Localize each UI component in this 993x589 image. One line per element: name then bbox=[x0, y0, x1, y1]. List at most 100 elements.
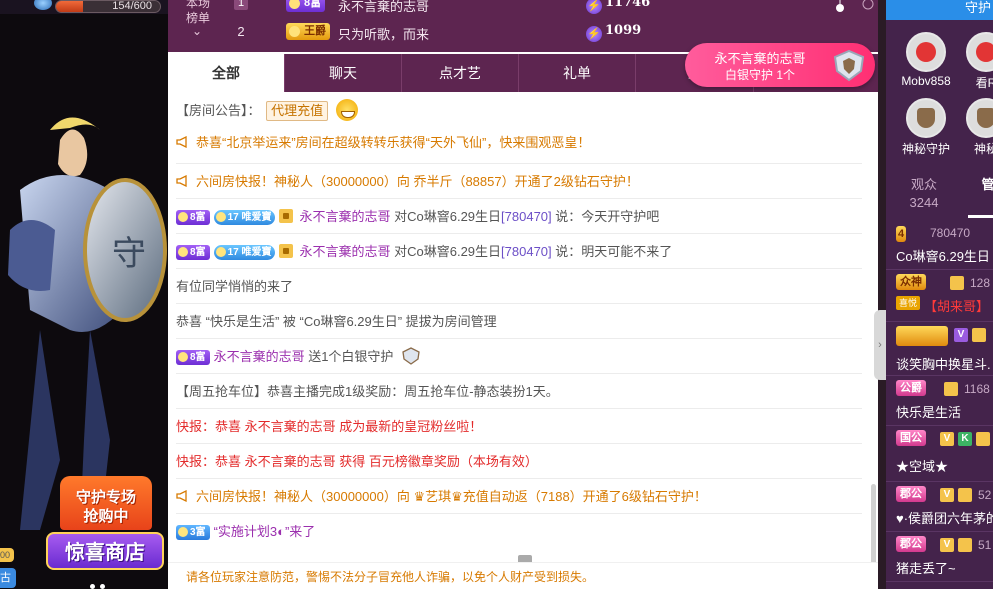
rank-row[interactable]: 1 8富 永不言棄的志哥 ⚡ 11746 bbox=[230, 0, 870, 16]
audience-member[interactable]: 4 780470 Co琳窨6.29生日 bbox=[886, 220, 993, 270]
hp-bar: 154/600 bbox=[55, 0, 161, 13]
audience-member[interactable]: V 谈笑胸中换星斗. bbox=[886, 322, 993, 376]
hp-text: 154/600 bbox=[112, 0, 152, 12]
vip-badge: V bbox=[940, 538, 954, 552]
guard-notification-popup[interactable]: 永不言棄的志哥 白银守护 1个 bbox=[685, 43, 875, 87]
vip-badge: V bbox=[954, 328, 968, 342]
chat-scrollbar[interactable] bbox=[871, 484, 876, 562]
tab-all[interactable]: 全部 bbox=[168, 54, 285, 92]
guard-button[interactable]: 守护 bbox=[886, 0, 993, 20]
rank-username[interactable]: 永不言棄的志哥 bbox=[338, 0, 429, 15]
wealth-badge: 8富 bbox=[176, 350, 210, 365]
member-name: ♥·侯爵团六年茅的 bbox=[896, 511, 993, 526]
chat-message: 快报：恭喜 永不言棄的志哥 获得 百元榜徽章奖励（本场有效） bbox=[176, 444, 862, 479]
rank-username[interactable]: 只为听歌，而来 bbox=[338, 24, 429, 43]
chat-username[interactable]: 永不言棄的志哥 bbox=[245, 454, 336, 469]
popup-guard-info: 白银守护 1个 bbox=[724, 68, 795, 82]
guard-mini-icon bbox=[976, 432, 990, 446]
chat-message: 快报：恭喜 永不言棄的志哥 成为最新的皇冠粉丝啦！ bbox=[176, 409, 862, 444]
mood-tag: 喜悦 bbox=[896, 296, 920, 310]
audience-tabs: 观众 3244 管 bbox=[886, 168, 993, 218]
guard-mini-icon bbox=[944, 382, 958, 396]
carousel-dots[interactable] bbox=[90, 577, 110, 589]
rank-score: ⚡ 11746 bbox=[586, 0, 651, 14]
member-name: 谈笑胸中换星斗. bbox=[896, 357, 991, 372]
grin-emoji-icon bbox=[335, 99, 358, 121]
rank-score: ⚡ 1099 bbox=[586, 23, 642, 42]
popup-username: 永不言棄的志哥 bbox=[714, 51, 806, 66]
megaphone-icon bbox=[176, 136, 187, 148]
tab-chat[interactable]: 聊天 bbox=[285, 54, 402, 92]
chevron-right-icon[interactable]: › bbox=[874, 310, 886, 380]
tab-audience[interactable]: 观众 3244 bbox=[894, 168, 954, 218]
chat-username[interactable]: 永不言棄的志哥 bbox=[245, 419, 336, 434]
guard-avatar-item[interactable]: Mobv858 bbox=[900, 32, 952, 88]
audience-member[interactable]: 国公 V K ★空域★ bbox=[886, 426, 993, 482]
king-badge: 王爵 bbox=[286, 23, 330, 40]
chat-message: 恭喜 “快乐是生活” 被 “Co琳窨6.29生日” 提拔为房间管理 bbox=[176, 304, 862, 339]
tab-request-talent[interactable]: 点才艺 bbox=[402, 54, 519, 92]
lightning-icon: ⚡ bbox=[586, 26, 602, 42]
duke-badge: 郡公 bbox=[896, 536, 926, 552]
tab-managers[interactable]: 管 bbox=[968, 168, 993, 218]
guard-avatar-item[interactable]: 看R bbox=[960, 32, 993, 91]
panel-divider bbox=[878, 0, 886, 589]
promo-line2: 抢购中 bbox=[83, 508, 129, 525]
guard-mini-icon bbox=[958, 538, 972, 552]
audience-member[interactable]: 公爵 1168 快乐是生活 bbox=[886, 376, 993, 426]
chat-username[interactable]: 永不言棄的志哥 bbox=[299, 209, 390, 224]
promo-tag: 守护专场 抢购中 bbox=[60, 476, 152, 530]
megaphone-icon bbox=[176, 490, 187, 502]
rank-number: 1 bbox=[234, 0, 248, 10]
member-name: ★空域★ bbox=[896, 459, 949, 474]
edge-button[interactable]: 古 bbox=[0, 568, 16, 588]
mystery-guard-icon bbox=[906, 98, 946, 138]
member-name: 猪走丢了~ bbox=[896, 561, 956, 576]
guard-mini-icon bbox=[279, 244, 294, 258]
hp-bar-fill bbox=[56, 1, 83, 12]
audience-member[interactable]: 众神 128 喜悦 【胡来哥】 bbox=[886, 270, 993, 322]
notice-tag[interactable]: 代理充值 bbox=[266, 101, 329, 121]
silver-guard-shield-icon bbox=[402, 347, 420, 365]
chat-username[interactable]: 永不言棄的志哥 bbox=[214, 349, 305, 364]
chevron-down-icon[interactable]: ⌄ bbox=[192, 24, 202, 38]
lightning-icon: ⚡ bbox=[586, 0, 602, 14]
chat-message-list[interactable]: 【房间公告】： 代理充值 恭喜“北京举运来”房间在超级转转乐获得“天外飞仙”，快… bbox=[168, 92, 880, 562]
avatar bbox=[966, 32, 993, 72]
wealth-badge: 8富 bbox=[286, 0, 326, 12]
wealth-badge: 8富 bbox=[176, 210, 210, 225]
mystery-guard-item[interactable]: 神秘 bbox=[960, 98, 993, 157]
audience-member[interactable]: 郡公 V 51 猪走丢了~ bbox=[886, 532, 993, 582]
wealth-badge: 8富 bbox=[176, 245, 210, 260]
chat-message: 恭喜“北京举运来”房间在超级转转乐获得“天外飞仙”，快来围观恶皇！ bbox=[176, 128, 862, 164]
vip-badge: V bbox=[940, 488, 954, 502]
audience-member[interactable]: 郡公 V 52 ♥·侯爵团六年茅的 bbox=[886, 482, 993, 532]
chat-username[interactable]: 永不言棄的志哥 bbox=[299, 244, 390, 259]
guard-shop-promo[interactable]: 守护专场 抢购中 惊喜商店 bbox=[46, 476, 164, 574]
chat-message: 六间房快报！神秘人（30000000）向 ♛艺琪♛充值自动返（7188）开通了6… bbox=[176, 479, 862, 514]
duke-badge: 公爵 bbox=[896, 380, 926, 396]
guard-mini-icon bbox=[279, 209, 294, 223]
chat-message: 8富 17 唯爱寶 永不言棄的志哥 对Co琳窨6.29生日[780470] 说：明天… bbox=[176, 234, 862, 269]
svg-text:守: 守 bbox=[112, 234, 146, 274]
rank-label[interactable]: 本场 榜单 bbox=[182, 0, 214, 26]
fan-badge: 17 唯爱寶 bbox=[213, 210, 276, 225]
audience-panel: 守护 Mobv858 看R 神秘守护 神秘 观众 3244 管 4 780470… bbox=[886, 0, 993, 589]
room-notice: 【房间公告】： 代理充值 bbox=[176, 96, 862, 126]
edge-chip: 00 bbox=[0, 548, 14, 562]
rank-row[interactable]: 2 王爵 只为听歌，而来 ⚡ 1099 bbox=[230, 22, 870, 44]
member-name: 快乐是生活 bbox=[896, 405, 962, 420]
tab-gift-list[interactable]: 礼单 bbox=[519, 54, 636, 92]
surprise-shop-button[interactable]: 惊喜商店 bbox=[46, 532, 164, 570]
mystery-guard-item[interactable]: 神秘守护 bbox=[900, 98, 952, 157]
character-promo-panel: 154/600 守 守护专场 抢购中 惊喜商店 00 古 bbox=[0, 0, 168, 589]
guard-mini-icon bbox=[958, 488, 972, 502]
chat-message: 8富 17 唯爱寶 永不言棄的志哥 对Co琳窨6.29生日[780470] 说：今天… bbox=[176, 199, 862, 234]
guard-mini-icon bbox=[972, 328, 986, 342]
chat-message: 有位同学悄悄的来了 bbox=[176, 269, 862, 304]
chat-panel: 本场 榜单 ⌄ 1 8富 永不言棄的志哥 ⚡ 11746 2 王爵 只为听歌，而来… bbox=[168, 0, 880, 589]
vip-badge: V bbox=[940, 432, 954, 446]
chat-message: 【周五抢车位】恭喜主播完成1级奖励：周五抢车位-静态装扮1天。 bbox=[176, 374, 862, 409]
mystery-guard-icon bbox=[966, 98, 993, 138]
silver-guard-shield-icon bbox=[833, 49, 865, 82]
